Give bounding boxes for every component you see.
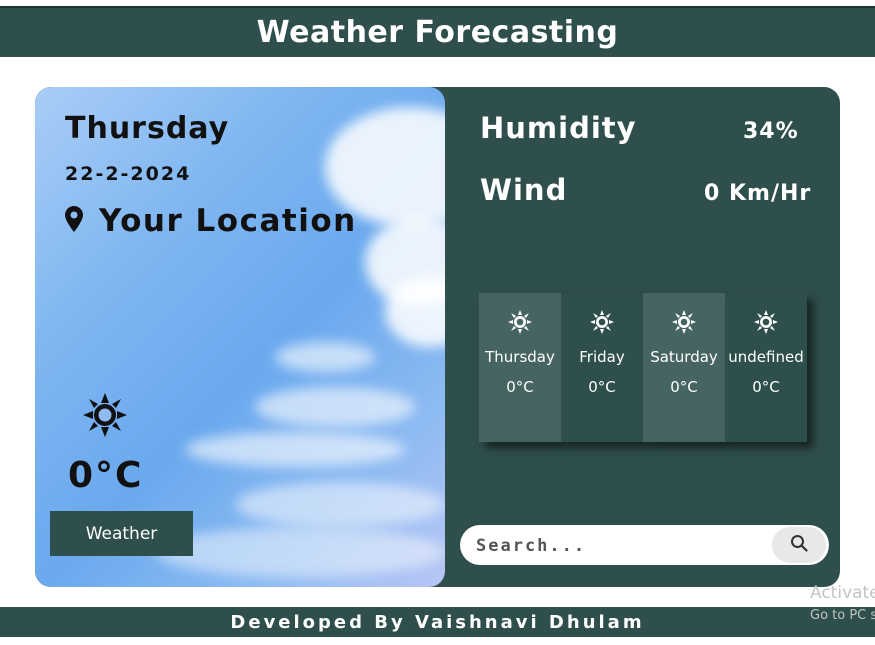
forecast-day: Friday bbox=[579, 348, 625, 366]
forecast-temp: 0°C bbox=[752, 378, 780, 396]
search-button[interactable] bbox=[772, 527, 826, 563]
search-input[interactable] bbox=[474, 525, 768, 567]
app-header: Weather Forecasting bbox=[0, 6, 875, 57]
activation-watermark: Activate bbox=[810, 583, 875, 603]
forecast-list: Thursday 0°C Friday 0°C Saturday 0°C und… bbox=[479, 293, 807, 442]
app-footer: Developed By Vaishnavi Dhulam bbox=[0, 607, 875, 637]
forecast-item: Saturday 0°C bbox=[643, 293, 725, 442]
forecast-day: undefined bbox=[728, 348, 804, 366]
cloud-shape bbox=[235, 482, 445, 527]
sun-icon bbox=[754, 310, 778, 338]
forecast-item: undefined 0°C bbox=[725, 293, 807, 442]
cloud-shape bbox=[255, 387, 415, 427]
current-temperature: 0°C bbox=[68, 455, 144, 496]
sun-icon bbox=[83, 393, 127, 441]
weather-card: Thursday 22-2-2024 Your Location 0°C Wea… bbox=[35, 87, 840, 587]
sun-icon bbox=[672, 310, 696, 338]
activation-watermark-sub: Go to PC s bbox=[810, 608, 875, 623]
location-row: Your Location bbox=[65, 203, 357, 239]
search-icon bbox=[790, 534, 808, 556]
footer-credit: Developed By Vaishnavi Dhulam bbox=[230, 611, 645, 633]
forecast-item: Friday 0°C bbox=[561, 293, 643, 442]
wind-label: Wind bbox=[480, 173, 568, 207]
wind-value: 0 Km/Hr bbox=[704, 181, 812, 206]
location-pin-icon bbox=[65, 206, 83, 236]
humidity-value: 34% bbox=[743, 119, 799, 144]
current-weather-panel: Thursday 22-2-2024 Your Location 0°C Wea… bbox=[35, 87, 445, 587]
forecast-day: Thursday bbox=[485, 348, 555, 366]
forecast-item: Thursday 0°C bbox=[479, 293, 561, 442]
forecast-temp: 0°C bbox=[506, 378, 534, 396]
weather-button[interactable]: Weather bbox=[50, 511, 193, 556]
current-day: Thursday bbox=[65, 111, 230, 146]
current-date: 22-2-2024 bbox=[65, 163, 192, 185]
cloud-shape bbox=[185, 432, 405, 467]
cloud-shape bbox=[275, 342, 375, 372]
cloud-shape bbox=[155, 527, 445, 577]
sun-icon bbox=[590, 310, 614, 338]
forecast-day: Saturday bbox=[650, 348, 718, 366]
app-title: Weather Forecasting bbox=[256, 15, 619, 50]
sun-icon bbox=[508, 310, 532, 338]
location-text: Your Location bbox=[99, 203, 357, 239]
humidity-label: Humidity bbox=[480, 111, 637, 145]
forecast-temp: 0°C bbox=[588, 378, 616, 396]
search-bar bbox=[460, 525, 829, 567]
forecast-temp: 0°C bbox=[670, 378, 698, 396]
